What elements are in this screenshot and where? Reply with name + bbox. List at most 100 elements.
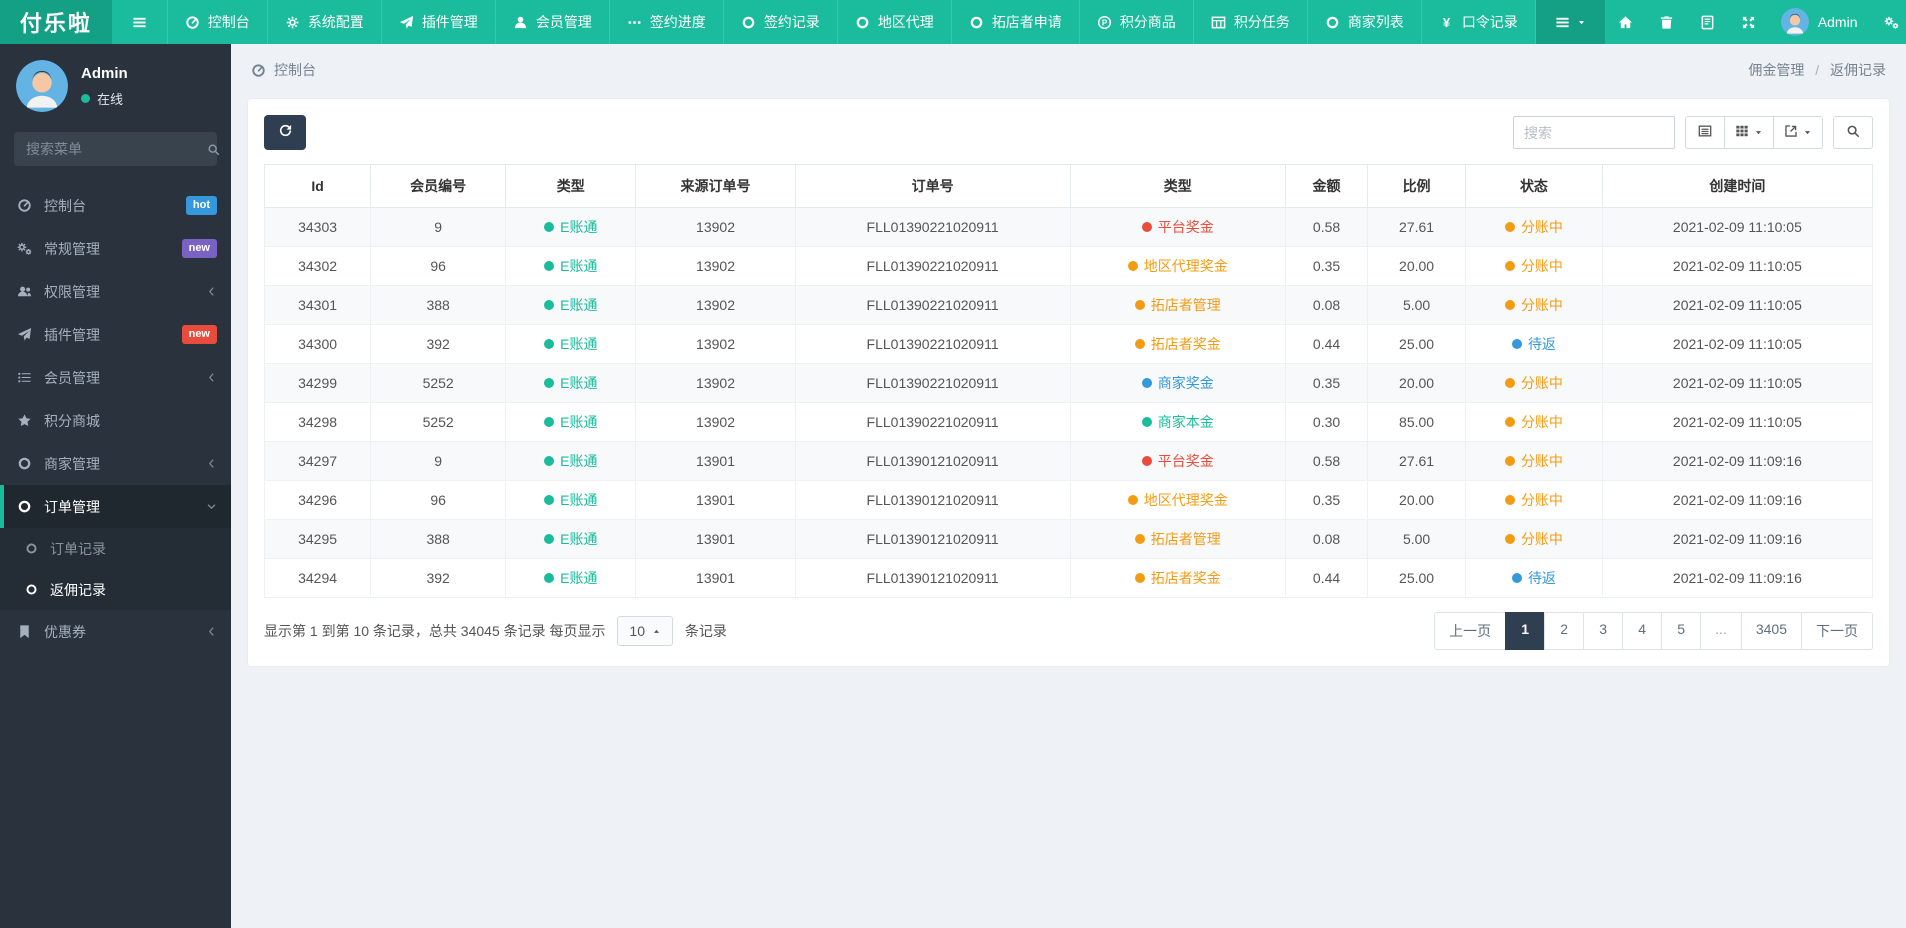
sidebar-item-label: 商家管理 [44, 455, 100, 472]
cell-type: E账通 [505, 519, 637, 559]
nav-item-points-goods[interactable]: P 积分商品 [1080, 0, 1194, 44]
status-dot-icon [1127, 495, 1138, 505]
table-body: 34303 9 E账通 13902 FLL01390221020911 平台奖金 0.58 2… [263, 207, 1874, 598]
status-dot-icon [1134, 339, 1145, 349]
pagination-next[interactable]: 下一页 [1801, 612, 1873, 650]
sidebar-item-merchants[interactable]: 商家管理 [0, 442, 231, 485]
nav-item-member-management[interactable]: 会员管理 [496, 0, 610, 44]
nav-item-sign-progress[interactable]: 签约进度 [610, 0, 724, 44]
brand-logo[interactable]: 付乐啦 [0, 0, 112, 44]
type-label: E账通 [560, 414, 598, 430]
sidebar-item-label: 插件管理 [44, 326, 100, 343]
pagination-prev[interactable]: 上一页 [1434, 612, 1507, 650]
type-flag: E账通 [544, 490, 597, 510]
cell-status: 分账中 [1465, 246, 1603, 286]
nav-item-points-tasks[interactable]: 积分任务 [1194, 0, 1308, 44]
sidebar-item-members[interactable]: 会员管理 [0, 356, 231, 399]
sidebar-item-points-mall[interactable]: 积分商城 [0, 399, 231, 442]
cell-order: FLL01390221020911 [794, 402, 1071, 442]
cell-member: 9 [370, 207, 507, 247]
nav-logs-button[interactable] [1687, 0, 1728, 44]
nav-item-sidebar-toggle[interactable] [112, 0, 168, 44]
svg-text:¥: ¥ [1443, 15, 1451, 30]
cell-id: 34299 [263, 363, 372, 403]
page-size-select[interactable]: 10 [617, 616, 673, 646]
pagination-page-2[interactable]: 2 [1544, 612, 1585, 650]
nav-item-plugin-management[interactable]: 插件管理 [382, 0, 496, 44]
cell-category: 拓店者管理 [1069, 519, 1287, 559]
status-flag: 分账中 [1504, 451, 1563, 471]
type-label: E账通 [560, 375, 598, 391]
pagination-page-4[interactable]: 4 [1622, 612, 1663, 650]
nav-item-sign-records[interactable]: 签约记录 [724, 0, 838, 44]
refresh-button[interactable] [264, 115, 306, 150]
cell-id: 34296 [263, 480, 372, 520]
column-header: 订单号 [794, 164, 1071, 208]
nav-item-system-config[interactable]: 系统配置 [268, 0, 382, 44]
status-flag: 分账中 [1504, 217, 1563, 237]
paging-toggle-button[interactable] [1685, 116, 1725, 149]
sidebar-item-coupons[interactable]: 优惠券 [0, 610, 231, 653]
nav-dropdown-button[interactable] [1535, 0, 1605, 44]
cell-amount: 0.08 [1285, 285, 1369, 325]
nav-item-merchant-list[interactable]: 商家列表 [1308, 0, 1422, 44]
columns-button[interactable] [1724, 116, 1774, 149]
cell-order: FLL01390221020911 [794, 324, 1071, 364]
bookmark-icon [16, 624, 33, 639]
cell-type: E账通 [505, 480, 637, 520]
sidebar-item-permissions[interactable]: 权限管理 [0, 270, 231, 313]
cell-order: FLL01390121020911 [794, 480, 1071, 520]
cell-status: 分账中 [1465, 363, 1603, 403]
nav-settings-button[interactable] [1870, 0, 1906, 44]
column-header: 创建时间 [1601, 164, 1874, 208]
user-menu[interactable]: Admin [1769, 0, 1870, 44]
cell-amount: 0.35 [1285, 246, 1369, 286]
nav-item-password-records[interactable]: ¥ 口令记录 [1422, 0, 1536, 44]
type-flag: E账通 [544, 412, 597, 432]
nav-item-label: 签约记录 [763, 14, 820, 30]
sidebar-item-dashboard[interactable]: 控制台 hot [0, 184, 231, 227]
cell-id: 34301 [263, 285, 372, 325]
sidebar-item-general[interactable]: 常规管理 new [0, 227, 231, 270]
sidebar-item-orders[interactable]: 订单管理 [0, 485, 231, 528]
sidebar-subitem-order-records[interactable]: 订单记录 [0, 528, 231, 569]
nav-trash-button[interactable] [1646, 0, 1687, 44]
nav-home-button[interactable] [1605, 0, 1646, 44]
status-dot-icon [1511, 339, 1522, 349]
nav-item-dashboard[interactable]: 控制台 [168, 0, 268, 44]
status-flag: 分账中 [1504, 412, 1563, 432]
home-icon [1618, 15, 1633, 30]
category-label: 拓店者奖金 [1150, 570, 1221, 586]
sidebar-search [14, 132, 220, 166]
export-button[interactable] [1773, 116, 1823, 149]
nav-fullscreen-button[interactable] [1728, 0, 1769, 44]
pagination-page-3[interactable]: 3 [1583, 612, 1624, 650]
cell-created: 2021-02-09 11:10:05 [1601, 285, 1874, 325]
sidebar-user-panel: Admin 在线 [0, 44, 231, 124]
search-button[interactable] [1833, 116, 1873, 149]
column-header: 类型 [505, 164, 637, 208]
cell-status: 分账中 [1465, 480, 1603, 520]
list-icon [1698, 124, 1712, 141]
status-label: 分账中 [1520, 219, 1563, 235]
table-row: 34297 9 E账通 13901 FLL01390121020911 平台奖金 0.58 2… [263, 441, 1874, 481]
circle-icon [16, 456, 33, 471]
sidebar-search-input[interactable] [26, 141, 207, 157]
type-label: E账通 [560, 297, 598, 313]
pagination-page-3405[interactable]: 3405 [1740, 612, 1802, 650]
sidebar-subitem-rebate-records[interactable]: 返佣记录 [0, 569, 231, 610]
cell-order: FLL01390121020911 [794, 441, 1071, 481]
category-label: 平台奖金 [1157, 219, 1214, 235]
circle-icon [969, 15, 984, 30]
cell-member: 96 [370, 480, 507, 520]
sidebar-item-plugins[interactable]: 插件管理 new [0, 313, 231, 356]
breadcrumb-parent[interactable]: 佣金管理 [1748, 62, 1804, 78]
pagination-page-1[interactable]: 1 [1505, 612, 1546, 650]
table-search-input[interactable] [1513, 116, 1675, 149]
pagination-page-5[interactable]: 5 [1661, 612, 1702, 650]
status-dot-icon [544, 222, 555, 232]
nav-item-label: 插件管理 [421, 14, 478, 30]
cell-amount: 0.44 [1285, 558, 1369, 598]
nav-item-region-agent[interactable]: 地区代理 [838, 0, 952, 44]
nav-item-shop-developer-apply[interactable]: 拓店者申请 [952, 0, 1080, 44]
